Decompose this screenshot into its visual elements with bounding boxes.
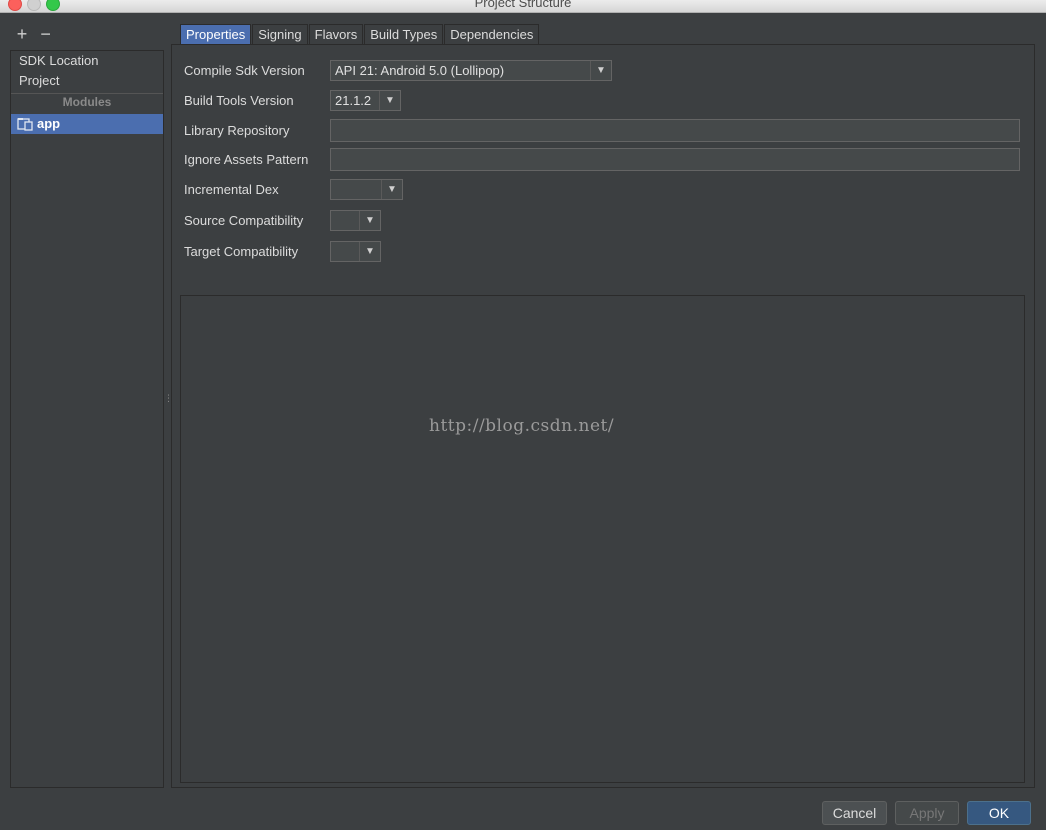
sidebar-item-app[interactable]: app xyxy=(11,114,163,134)
chevron-down-icon: ▼ xyxy=(359,210,380,230)
properties-panel: Compile Sdk Version API 21: Android 5.0 … xyxy=(171,44,1035,788)
target-compat-row: Target Compatibility ▼ xyxy=(184,240,381,262)
detail-area: http://blog.csdn.net/ xyxy=(180,295,1025,783)
library-repo-input[interactable] xyxy=(330,118,1020,142)
chevron-down-icon: ▼ xyxy=(590,60,611,80)
build-tools-select[interactable]: 21.1.2 ▼ xyxy=(330,89,401,111)
chevron-down-icon: ▼ xyxy=(381,179,402,199)
source-compat-select[interactable]: ▼ xyxy=(330,209,381,231)
ignore-assets-label: Ignore Assets Pattern xyxy=(184,151,309,167)
tab-signing[interactable]: Signing xyxy=(252,24,308,44)
tab-properties[interactable]: Properties xyxy=(180,24,252,44)
source-compat-label: Source Compatibility xyxy=(184,212,304,228)
add-icon[interactable]: + xyxy=(12,24,32,44)
compile-sdk-label: Compile Sdk Version xyxy=(184,62,305,78)
incremental-dex-select[interactable]: ▼ xyxy=(330,178,403,200)
compile-sdk-row: Compile Sdk Version API 21: Android 5.0 … xyxy=(184,59,612,81)
sidebar-item-label: app xyxy=(37,116,61,131)
remove-icon[interactable]: − xyxy=(36,24,56,44)
tab-dependencies[interactable]: Dependencies xyxy=(444,24,540,44)
build-tools-row: Build Tools Version 21.1.2 ▼ xyxy=(184,89,401,111)
incremental-dex-label: Incremental Dex xyxy=(184,181,279,197)
incremental-dex-row: Incremental Dex ▼ xyxy=(184,178,403,200)
sidebar-group-modules: Modules xyxy=(11,93,163,110)
sidebar-item-project[interactable]: Project xyxy=(11,71,163,91)
target-compat-label: Target Compatibility xyxy=(184,243,299,259)
splitter-handle[interactable]: ⋮ xyxy=(164,394,173,412)
ignore-assets-row: Ignore Assets Pattern xyxy=(184,147,1020,171)
sidebar-toolbar: + − xyxy=(12,24,56,46)
library-repo-row: Library Repository xyxy=(184,118,1020,142)
tab-flavors[interactable]: Flavors xyxy=(308,24,364,44)
compile-sdk-select[interactable]: API 21: Android 5.0 (Lollipop) ▼ xyxy=(330,59,612,81)
source-compat-row: Source Compatibility ▼ xyxy=(184,209,381,231)
title-bar: Project Structure xyxy=(0,0,1046,13)
window-title: Project Structure xyxy=(474,0,572,10)
sidebar-item-sdk-location[interactable]: SDK Location xyxy=(11,51,163,71)
cancel-button[interactable]: Cancel xyxy=(822,801,887,825)
library-repo-label: Library Repository xyxy=(184,122,290,138)
apply-button[interactable]: Apply xyxy=(895,801,959,825)
target-compat-select[interactable]: ▼ xyxy=(330,240,381,262)
tab-build-types[interactable]: Build Types xyxy=(364,24,444,44)
build-tools-label: Build Tools Version xyxy=(184,92,294,108)
build-tools-value: 21.1.2 xyxy=(335,92,372,108)
sidebar: SDK Location Project Modules app xyxy=(10,50,164,788)
compile-sdk-value: API 21: Android 5.0 (Lollipop) xyxy=(335,62,505,78)
chevron-down-icon: ▼ xyxy=(379,90,400,110)
watermark: http://blog.csdn.net/ xyxy=(429,416,615,436)
ok-button[interactable]: OK xyxy=(967,801,1031,825)
tab-bar: Properties Signing Flavors Build Types D… xyxy=(180,24,540,44)
ignore-assets-input[interactable] xyxy=(330,147,1020,171)
chevron-down-icon: ▼ xyxy=(359,241,380,261)
module-folder-icon xyxy=(17,117,33,131)
